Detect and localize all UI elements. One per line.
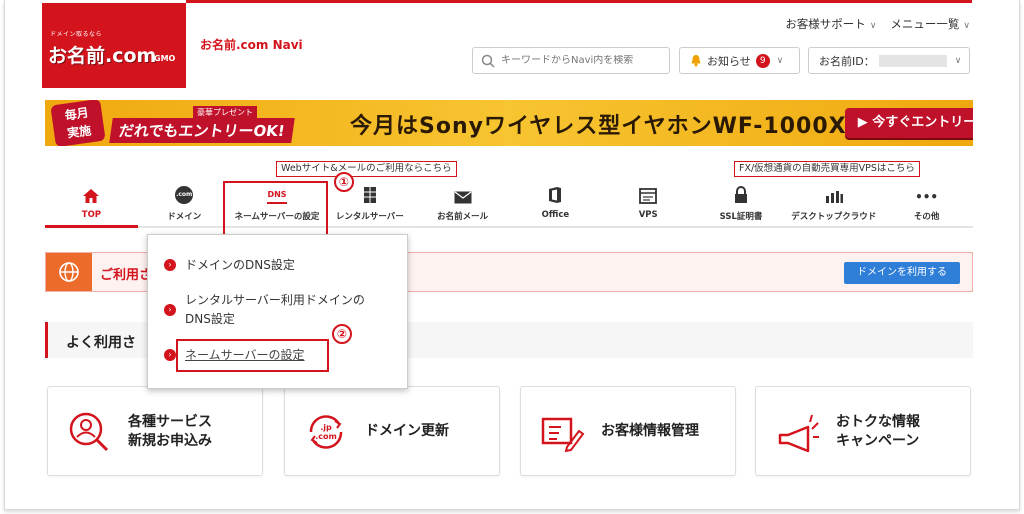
nav-item-top[interactable]: TOP: [45, 182, 138, 228]
support-link[interactable]: お客様サポート ∨: [785, 16, 876, 32]
card-campaign[interactable]: おトクな情報 キャンペーン: [755, 386, 971, 476]
domain-usage-text: ご利用さ: [100, 268, 153, 283]
bell-icon: [691, 55, 701, 67]
nav-item-label: レンタルサーバー: [335, 212, 404, 222]
notice-button[interactable]: お知らせ 9 ∨: [679, 47, 800, 74]
megaphone-icon: [778, 414, 819, 453]
menu-item-domain-dns[interactable]: › ドメインのDNS設定: [164, 256, 295, 275]
more-icon: •••: [915, 190, 939, 204]
nav-item-label: デスクトップクラウド: [791, 212, 877, 222]
top-links: お客様サポート ∨ メニュー一覧 ∨: [785, 16, 970, 32]
nav-item-office[interactable]: Office: [509, 182, 602, 226]
use-domain-button[interactable]: ドメインを利用する: [844, 262, 960, 284]
banner-everyone-label: だれでもエントリーOK!: [109, 118, 295, 143]
home-icon: [83, 189, 100, 203]
card-new-application[interactable]: 各種サービス 新規お申込み: [47, 386, 263, 476]
nav-item-domain[interactable]: .com ドメイン: [138, 182, 231, 226]
card-label: お客様情報管理: [601, 423, 699, 439]
svg-text:.com: .com: [315, 432, 337, 441]
search-box[interactable]: [472, 47, 670, 74]
frequently-used-title: よく利用さ: [66, 335, 136, 351]
nav-item-label: SSL証明書: [719, 212, 763, 222]
nav-item-label: Office: [541, 210, 570, 220]
nav-item-other[interactable]: ••• その他: [880, 182, 973, 226]
nav-item-vps[interactable]: VPS: [602, 182, 695, 226]
vps-icon: [639, 188, 658, 204]
card-label: おトクな情報 キャンペーン: [836, 414, 920, 449]
card-label: 各種サービス 新規お申込み: [128, 414, 212, 449]
chevron-down-icon: ∨: [954, 55, 962, 66]
card-domain-renewal[interactable]: .jp .com ドメイン更新: [284, 386, 500, 476]
chevron-down-icon: ∨: [869, 21, 877, 31]
onamae-logo[interactable]: ドメイン取るなら お名前.com GMO: [42, 3, 186, 88]
domain-renew-icon: .jp.com: [309, 415, 343, 449]
nav-item-label: ドメイン: [167, 212, 202, 222]
person-search-icon: [69, 412, 109, 452]
notice-count-badge: 9: [755, 53, 770, 68]
web-mail-callout[interactable]: Webサイト&メールのご利用ならこちら: [276, 161, 457, 177]
banner-entry-button[interactable]: ▶ 今すぐエントリー: [845, 108, 973, 138]
chevron-down-icon: ∨: [776, 55, 784, 66]
com-icon: .com: [175, 186, 194, 204]
customer-info-icon: [541, 417, 585, 453]
mail-icon: [454, 191, 472, 204]
nav-item-desktop-cloud[interactable]: デスクトップクラウド: [787, 182, 880, 226]
step-1-marker: ①: [334, 172, 354, 192]
card-label: ドメイン更新: [365, 423, 449, 439]
step-2-marker: ②: [332, 324, 352, 344]
nav-item-label: TOP: [81, 210, 102, 220]
nav-item-mail[interactable]: お名前メール: [416, 182, 509, 226]
cloud-icon: [825, 191, 843, 203]
chevron-down-icon: ∨: [963, 21, 970, 31]
logo-text: お名前.com: [48, 45, 157, 67]
nav-item-label: お名前メール: [437, 212, 489, 222]
server-icon: [363, 187, 376, 203]
search-input[interactable]: [501, 55, 661, 66]
campaign-banner[interactable]: 毎月 実施 豪華プレゼント だれでもエントリーOK! 今月はSonyワイヤレス型…: [45, 100, 973, 146]
chevron-right-icon: ›: [164, 349, 176, 361]
lock-icon: [734, 186, 747, 203]
member-id-value: [878, 54, 947, 67]
member-label: お名前ID：: [819, 54, 875, 68]
globe-icon: [46, 253, 92, 291]
menu-item-label: レンタルサーバー利用ドメインの DNS設定: [185, 293, 365, 326]
nav-item-label: VPS: [638, 210, 658, 220]
header-accent-line: [186, 0, 972, 3]
chevron-right-icon: ›: [164, 304, 176, 316]
office-icon: [549, 187, 562, 203]
app-title: お名前.com Navi: [200, 38, 303, 52]
highlight-box-nameserver-settings: [176, 339, 329, 372]
nav-item-label: その他: [913, 212, 940, 222]
svg-text:.jp: .jp: [320, 423, 332, 432]
fx-vps-callout[interactable]: FX/仮想通貨の自動売買専用VPSはこちら: [734, 161, 920, 177]
nav-item-ssl[interactable]: SSL証明書: [695, 182, 788, 226]
banner-month-badge: 毎月 実施: [50, 100, 106, 146]
highlight-box-nameserver: [223, 181, 328, 238]
card-customer-info[interactable]: お客様情報管理: [520, 386, 736, 476]
logo-gmo: GMO: [154, 54, 176, 63]
menu-item-label: ドメインのDNS設定: [185, 258, 295, 272]
search-icon: [481, 54, 495, 68]
menu-item-rental-server-dns[interactable]: › レンタルサーバー利用ドメインの DNS設定: [164, 291, 365, 329]
member-id-dropdown[interactable]: お名前ID： ∨: [808, 47, 970, 74]
chevron-right-icon: ›: [164, 259, 176, 271]
notice-label: お知らせ: [707, 54, 751, 68]
banner-headline: 今月はSonyワイヤレス型イヤホンWF-1000XM4: [350, 114, 886, 139]
menu-link[interactable]: メニュー一覧 ∨: [890, 16, 970, 32]
service-nav: TOP .com ドメイン DNS ネームサーバーの設定 レンタルサーバー お名…: [45, 182, 973, 228]
logo-tagline: ドメイン取るなら: [50, 31, 103, 38]
